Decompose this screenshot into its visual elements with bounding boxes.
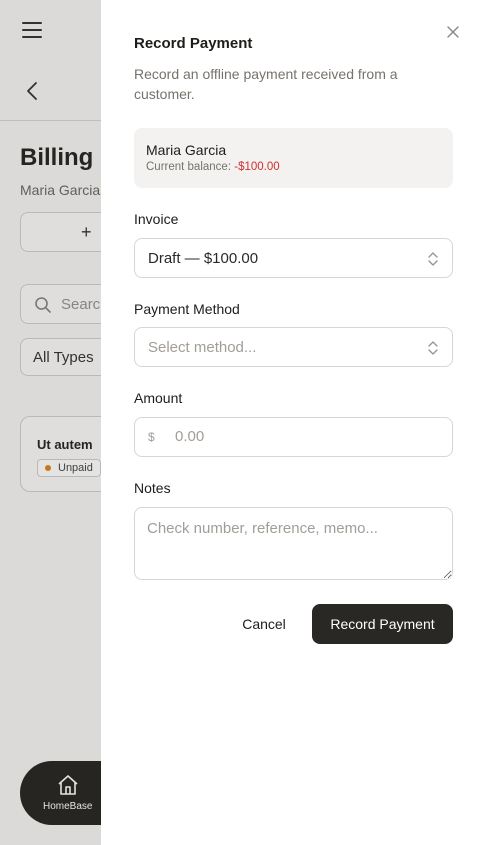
chevron-up-down-icon — [428, 341, 438, 355]
customer-summary: Maria Garcia Current balance: -$100.00 — [134, 128, 453, 188]
invoice-label: Invoice — [134, 211, 179, 227]
cancel-button[interactable]: Cancel — [228, 604, 300, 644]
payment-method-select[interactable]: Select method... — [134, 327, 453, 367]
invoice-select[interactable]: Draft — $100.00 — [134, 238, 453, 278]
amount-field: $ — [134, 417, 453, 457]
payment-method-label: Payment Method — [134, 301, 240, 317]
chevron-up-down-icon — [428, 252, 438, 266]
payment-method-placeholder: Select method... — [148, 339, 257, 356]
currency-symbol: $ — [148, 430, 155, 444]
invoice-select-value: Draft — $100.00 — [148, 250, 259, 267]
balance-line: Current balance: -$100.00 — [146, 161, 280, 173]
amount-input[interactable] — [175, 428, 435, 445]
record-payment-button[interactable]: Record Payment — [312, 604, 453, 644]
notes-textarea[interactable] — [134, 507, 453, 580]
close-icon[interactable] — [445, 24, 461, 40]
sheet-description: Record an offline payment received from … — [134, 66, 398, 102]
amount-label: Amount — [134, 390, 183, 406]
sheet-title: Record Payment — [134, 35, 253, 52]
notes-label: Notes — [134, 480, 171, 496]
balance-value: -$100.00 — [234, 161, 280, 173]
customer-name: Maria Garcia — [146, 142, 227, 158]
record-payment-sheet: Record Payment Record an offline payment… — [101, 0, 500, 845]
balance-label: Current balance: — [146, 161, 232, 173]
